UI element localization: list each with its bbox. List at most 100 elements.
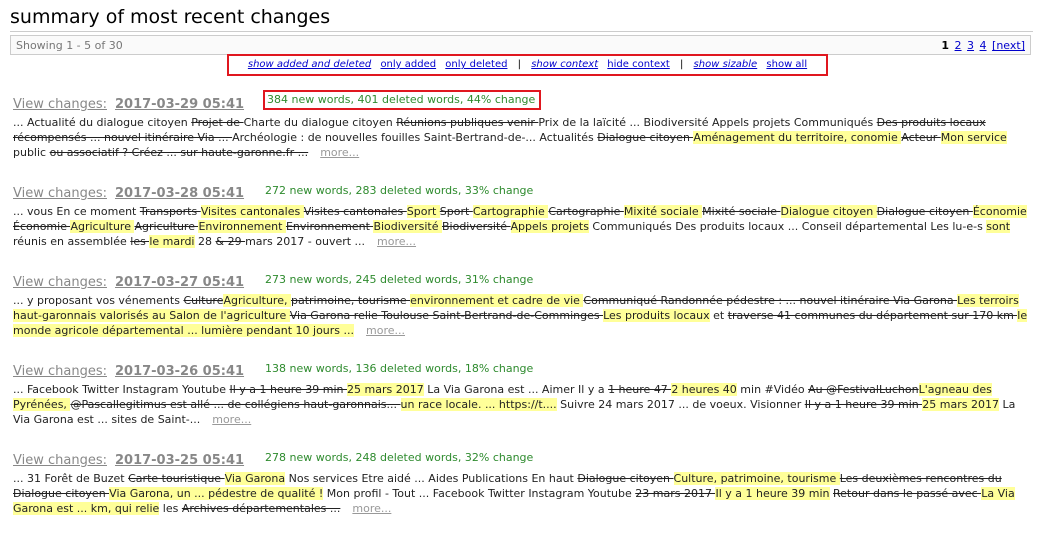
context-text: ... Actualité du dialogue citoyen <box>13 116 192 129</box>
deleted-text: & 29 <box>215 235 246 248</box>
context-text: Nos services Etre aidé ... Aides Publica… <box>285 472 578 485</box>
added-text: Économie <box>972 205 1027 218</box>
added-text: Les produits locaux <box>603 309 710 322</box>
context-text: Charte du dialogue citoyen <box>243 116 397 129</box>
added-text: Visites cantonales <box>200 205 304 218</box>
separator: | <box>679 59 684 70</box>
only-added-link[interactable]: only added <box>380 59 436 70</box>
change-entry: View changes: 2017-03-29 05:41 384 new wo… <box>13 90 1033 160</box>
deleted-text: @Pascallegitimus est allé ... de collégi… <box>70 398 401 411</box>
added-text: Appels projets <box>510 220 589 233</box>
context-text: min #Vidéo <box>736 383 809 396</box>
deleted-text: 23 mars 2017 <box>635 487 716 500</box>
added-text: Via Garona <box>224 472 286 485</box>
deleted-text: Communiqué Randonnée pédestre : ... nouv… <box>583 294 958 307</box>
context-text: 28 <box>194 235 216 248</box>
context-text: Archéologie : de nouvelles fouilles Sain… <box>232 131 598 144</box>
view-changes-link[interactable]: View changes: 2017-03-28 05:41 <box>13 186 244 201</box>
deleted-text: traverse 41 communes du département sur … <box>727 309 1018 322</box>
added-text: Biodiversité <box>373 220 442 233</box>
added-text: Dialogue citoyen <box>780 205 877 218</box>
change-stats: 384 new words, 401 deleted words, 44% ch… <box>263 90 542 110</box>
page-link-3[interactable]: 3 <box>967 39 974 52</box>
deleted-text: Biodiversité <box>441 220 511 233</box>
context-text: ... vous En ce moment <box>13 205 140 218</box>
view-changes-link[interactable]: View changes: 2017-03-25 05:41 <box>13 453 244 468</box>
change-summary: ... Actualité du dialogue citoyen Projet… <box>13 115 1033 160</box>
context-text: ... 31 Forêt de Buzet <box>13 472 129 485</box>
added-text: 25 mars 2017 <box>922 398 999 411</box>
separator: | <box>517 59 522 70</box>
deleted-text: Agriculture <box>134 220 199 233</box>
deleted-text: Au @FestivalLuchon <box>808 383 919 396</box>
deleted-text: Dialogue citoyen <box>876 205 973 218</box>
change-summary: ... 31 Forêt de Buzet Carte touristique … <box>13 471 1033 516</box>
change-summary: ... y proposant vos vénements CultureAgr… <box>13 293 1033 338</box>
next-page-link[interactable]: [next] <box>992 39 1025 52</box>
deleted-text: ou associatif ? Créez ... sur haute-garo… <box>49 146 309 159</box>
deleted-text: Il y a 1 heure 39 min <box>804 398 923 411</box>
added-text: Agriculture, <box>223 294 291 307</box>
deleted-text: Retour dans le passé avec <box>833 487 982 500</box>
change-entry: View changes: 2017-03-27 05:41 273 new wo… <box>13 271 1033 338</box>
page-link-current: 1 <box>941 39 950 52</box>
change-entry: View changes: 2017-03-25 05:41 278 new wo… <box>13 449 1033 516</box>
more-link[interactable]: more... <box>366 324 405 337</box>
view-changes-link[interactable]: View changes: 2017-03-27 05:41 <box>13 275 244 290</box>
added-text: Sport <box>406 205 440 218</box>
added-text: sont <box>986 220 1011 233</box>
page-title: summary of most recent changes <box>10 6 331 28</box>
show-sizable-link[interactable]: show sizable <box>694 59 758 70</box>
change-stats: 138 new words, 136 deleted words, 18% ch… <box>265 362 534 375</box>
deleted-text: Acteur <box>901 131 941 144</box>
show-context-link[interactable]: show context <box>531 59 598 70</box>
deleted-text: Il y a 1 heure 39 min <box>229 383 348 396</box>
context-text: public <box>13 146 50 159</box>
context-text: ... y proposant vos vénements <box>13 294 184 307</box>
title-divider <box>10 31 1033 32</box>
change-entry: View changes: 2017-03-26 05:41 138 new wo… <box>13 360 1033 427</box>
show-added-deleted-link[interactable]: show added and deleted <box>248 59 371 70</box>
added-text: Aménagement du territoire, conomie <box>693 131 902 144</box>
deleted-text: Sport <box>439 205 473 218</box>
deleted-text: Environnement <box>285 220 374 233</box>
added-text: Agriculture <box>70 220 135 233</box>
show-all-link[interactable]: show all <box>766 59 807 70</box>
deleted-text: Mixité sociale <box>702 205 781 218</box>
added-text: Via Garona, un ... pédestre de qualité ! <box>109 487 324 500</box>
added-text: un race locale. ... https://t.... <box>400 398 557 411</box>
context-text: Communiqués Des produits locaux ... Cons… <box>588 220 987 233</box>
page-link-2[interactable]: 2 <box>955 39 962 52</box>
context-text: La Via Garona est ... Aimer Il y a <box>423 383 609 396</box>
added-text: Il y a 1 heure 39 min <box>715 487 830 500</box>
context-text: Prix de la laïcité ... Biodiversité Appe… <box>538 116 877 129</box>
more-link[interactable]: more... <box>212 413 251 426</box>
showing-count: Showing 1 - 5 of 30 <box>16 39 123 52</box>
more-link[interactable]: more... <box>352 502 391 515</box>
hide-context-link[interactable]: hide context <box>607 59 670 70</box>
view-changes-link[interactable]: View changes: 2017-03-29 05:41 <box>13 97 244 112</box>
deleted-text: Dialogue citoyen <box>577 472 674 485</box>
deleted-text: Cartographie <box>548 205 624 218</box>
pagination-bar: Showing 1 - 5 of 30 1 2 3 4 [next] <box>10 35 1031 55</box>
added-text: 2 heures 40 <box>671 383 737 396</box>
change-stats: 273 new words, 245 deleted words, 31% ch… <box>265 273 534 286</box>
more-link[interactable]: more... <box>320 146 359 159</box>
deleted-text: 1 heure 47 <box>608 383 672 396</box>
context-text: réunis en assemblée <box>13 235 131 248</box>
pager: 1 2 3 4 [next] <box>941 39 1025 52</box>
more-link[interactable]: more... <box>377 235 416 248</box>
context-text: Mon profil - Tout ... Facebook Twitter I… <box>323 487 636 500</box>
deleted-text: patrimoine, tourisme <box>290 294 411 307</box>
context-text: mars 2017 - ouvert ... <box>245 235 366 248</box>
change-entry: View changes: 2017-03-28 05:41 272 new wo… <box>13 182 1033 249</box>
added-text: Culture, patrimoine, tourisme <box>673 472 840 485</box>
view-changes-link[interactable]: View changes: 2017-03-26 05:41 <box>13 364 244 379</box>
added-text: 25 mars 2017 <box>347 383 424 396</box>
page-link-4[interactable]: 4 <box>980 39 987 52</box>
only-deleted-link[interactable]: only deleted <box>445 59 507 70</box>
change-stats: 278 new words, 248 deleted words, 32% ch… <box>265 451 534 464</box>
added-text: Mon service <box>940 131 1007 144</box>
context-text: les <box>159 502 182 515</box>
added-text: Environnement <box>198 220 286 233</box>
